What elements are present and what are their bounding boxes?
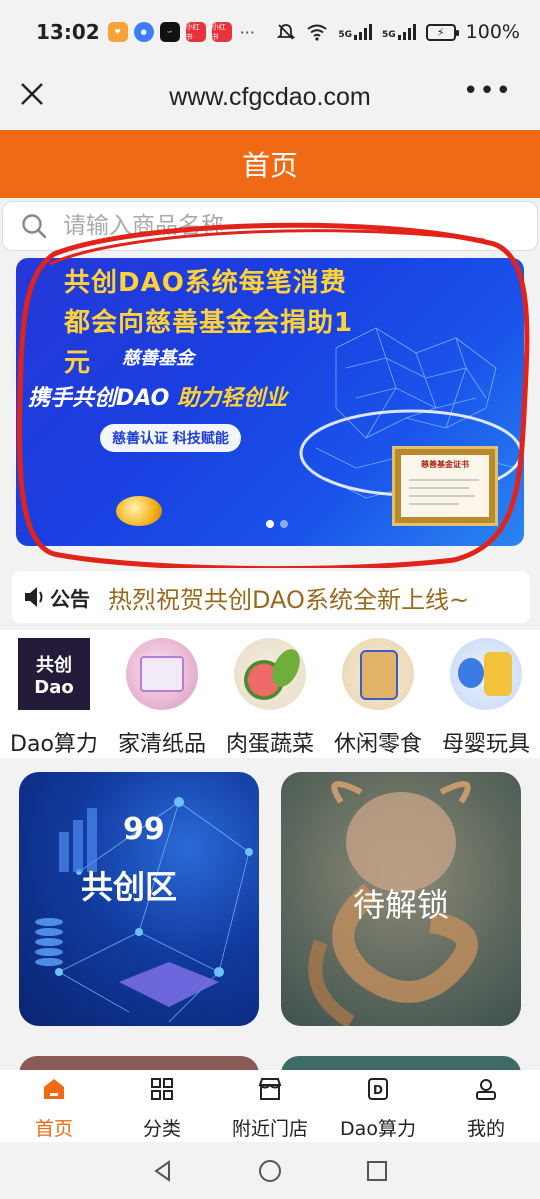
battery-level: 100%	[465, 21, 520, 43]
category-meat-eggs-veg[interactable]: 肉蛋蔬菜	[216, 638, 324, 758]
xiaohongshu-icon: 小红书	[185, 22, 206, 42]
svg-text:D: D	[373, 1083, 383, 1097]
dao-logo-icon: 共创 Dao	[18, 638, 90, 710]
notice-label: 公告	[50, 586, 90, 611]
home-icon	[44, 1079, 64, 1099]
tissue-product-icon	[126, 638, 198, 710]
category-label: 休闲零食	[333, 732, 422, 757]
category-grid: 共创 Dao Dao算力 家清纸品 肉蛋蔬菜 休闲零食 母婴玩具	[0, 630, 540, 758]
home-button-icon[interactable]	[257, 1158, 283, 1184]
category-dao-power[interactable]: 共创 Dao Dao算力	[0, 638, 108, 758]
system-navigation	[0, 1142, 540, 1199]
profile-icon	[476, 1079, 496, 1100]
carousel-dot[interactable]	[266, 520, 274, 528]
back-icon[interactable]	[150, 1158, 176, 1184]
banner-headline: 元	[64, 348, 91, 378]
status-bar: 13:02 ♥ ● ∽ 小红书 小红书 ··· 5G 5G ⚡ 100%	[0, 0, 540, 64]
promo-banner[interactable]: 共创DAO系统每笔消费 都会向慈善基金会捐助1 元 慈善基金 携手共创DAO 助…	[16, 258, 524, 546]
carousel-indicator	[266, 520, 288, 528]
signal-icon: 5G	[338, 24, 373, 40]
store-icon	[258, 1078, 282, 1100]
close-icon[interactable]	[18, 80, 46, 108]
category-label: 母婴玩具	[441, 732, 530, 757]
signal-icon: 5G	[382, 24, 416, 40]
dao-icon: D	[368, 1078, 388, 1100]
search-icon	[22, 214, 47, 239]
app-notification-icon: ∽	[159, 22, 180, 42]
bottom-navigation: 首页 分类 附近门店 D Dao算力 我的	[0, 1070, 540, 1142]
category-snacks[interactable]: 休闲零食	[324, 638, 432, 758]
app-notification-icon: ♥	[107, 22, 128, 42]
snack-product-icon	[342, 638, 414, 710]
page-header: 首页	[0, 130, 540, 198]
category-label: 肉蛋蔬菜	[225, 732, 314, 757]
nav-me[interactable]: 我的	[432, 1070, 540, 1142]
tile-number: 99	[123, 812, 165, 847]
nav-dao-power[interactable]: D Dao算力	[324, 1070, 432, 1142]
coin-graphic	[116, 496, 162, 526]
banner-headline: 共创DAO系统每笔消费	[64, 268, 347, 298]
more-notifications-icon: ···	[239, 22, 255, 42]
category-baby-toys[interactable]: 母婴玩具	[432, 638, 540, 758]
baby-product-icon	[450, 638, 522, 710]
xiaohongshu-icon: 小红书	[211, 22, 232, 42]
banner-tag: 慈善基金	[122, 348, 194, 369]
search-input[interactable]	[63, 213, 463, 239]
notice-text: 热烈祝贺共创DAO系统全新上线~	[108, 585, 470, 614]
speaker-icon	[25, 587, 43, 607]
category-label: Dao算力	[10, 732, 98, 757]
banner-slogan: 携手共创DAO 助力轻创业	[28, 386, 288, 411]
nav-home[interactable]: 首页	[0, 1070, 108, 1142]
search-bar[interactable]	[2, 201, 538, 251]
url-text[interactable]: www.cfgcdao.com	[0, 83, 540, 112]
clock: 13:02	[36, 20, 100, 44]
carousel-dot[interactable]	[280, 520, 288, 528]
browser-toolbar: www.cfgcdao.com •••	[0, 64, 540, 130]
category-household-paper[interactable]: 家清纸品	[108, 638, 216, 758]
co-creation-zone-tile[interactable]: 99 共创区	[19, 772, 259, 1026]
battery-icon: ⚡	[425, 23, 459, 41]
locked-tile[interactable]: 待解锁	[281, 772, 521, 1026]
nav-category[interactable]: 分类	[108, 1070, 216, 1142]
category-label: 家清纸品	[117, 732, 206, 757]
banner-headline: 都会向慈善基金会捐助1	[64, 308, 354, 338]
banner-pill: 慈善认证 科技赋能	[100, 424, 241, 452]
certificate-graphic: 慈善基金证书	[392, 446, 498, 526]
mute-bell-icon	[277, 24, 296, 40]
recents-icon[interactable]	[364, 1158, 390, 1184]
tile-title: 待解锁	[352, 886, 449, 924]
announcement-bar[interactable]: 公告 热烈祝贺共创DAO系统全新上线~	[12, 571, 530, 623]
grid-icon	[151, 1078, 173, 1100]
tile-title: 共创区	[80, 868, 177, 906]
nav-nearby-store[interactable]: 附近门店	[216, 1070, 324, 1142]
more-options-icon[interactable]: •••	[463, 78, 512, 104]
fruit-product-icon	[234, 638, 306, 710]
page-title: 首页	[241, 149, 298, 182]
app-notification-icon: ●	[133, 22, 154, 42]
wifi-icon	[307, 24, 327, 41]
